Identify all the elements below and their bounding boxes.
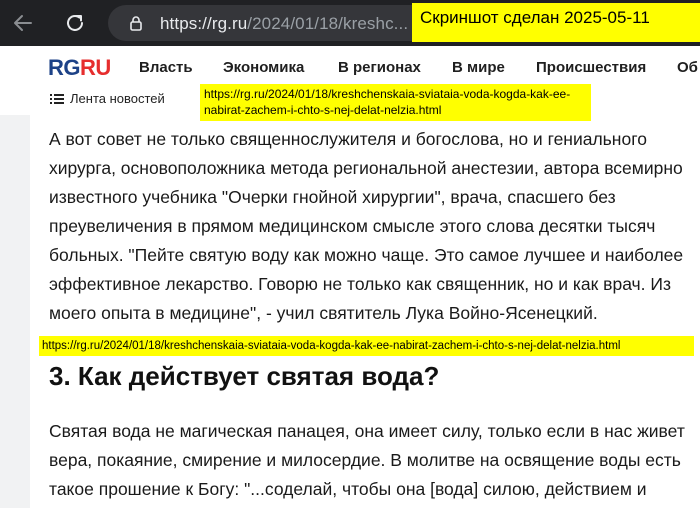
url-host: https://rg.ru [160,14,248,33]
browser-toolbar: https://rg.ru/2024/01/18/kreshc... Скрин… [0,0,700,46]
url-annotation-middle: https://rg.ru/2024/01/18/kreshchenskaia-… [39,336,694,356]
article-paragraph: Святая вода не магическая панацея, она и… [49,421,685,499]
nav-item-society[interactable]: Об [677,59,698,76]
article-body: А вот совет не только священнослужителя … [30,115,700,508]
back-arrow-icon [14,15,32,31]
nav-item-incidents[interactable]: Происшествия [536,59,646,76]
url-annotation-top: https://rg.ru/2024/01/18/kreshchenskaia-… [200,84,591,121]
nav-item-regions[interactable]: В регионах [338,59,421,76]
list-icon [50,93,64,104]
url-text[interactable]: https://rg.ru/2024/01/18/kreshc... [160,14,408,34]
back-button[interactable] [10,10,36,36]
screenshot-date-note: Скриншот сделан 2025-05-11 [412,3,700,42]
site-logo[interactable]: RGRU [48,55,111,81]
reload-icon [67,14,83,31]
nav-item-power[interactable]: Власть [139,59,193,76]
nav-item-world[interactable]: В мире [452,59,505,76]
url-path: /2024/01/18/kreshc... [247,14,409,33]
reload-button[interactable] [62,10,88,36]
newsfeed-link[interactable]: Лента новостей [50,91,165,106]
nav-item-economy[interactable]: Экономика [223,59,304,76]
section-heading: 3. Как действует святая вода? [49,361,440,391]
article-paragraph: А вот совет не только священнослужителя … [49,129,684,323]
site-info-icon[interactable] [128,15,144,31]
newsfeed-label: Лента новостей [70,91,165,106]
